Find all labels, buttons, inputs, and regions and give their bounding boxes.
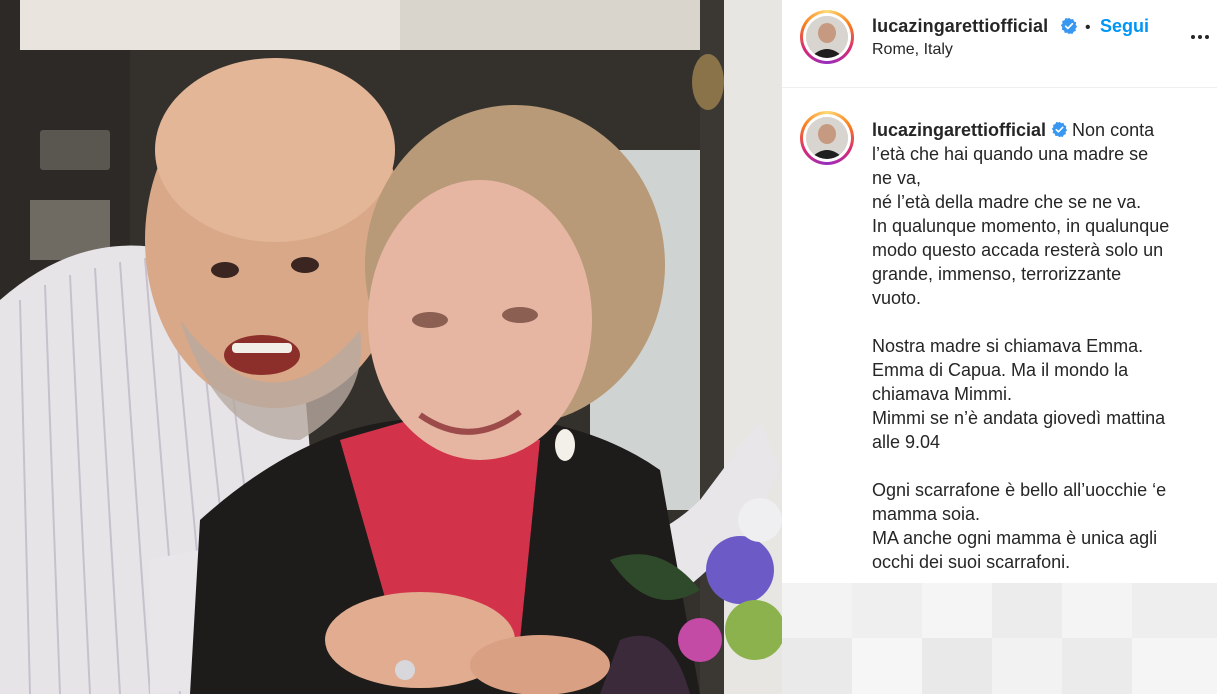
caption-line: grande, immenso, terrorizzante <box>872 264 1122 284</box>
post-photo-illustration <box>0 0 782 694</box>
post-photo[interactable] <box>0 0 782 694</box>
caption-line: Nostra madre si chiamava Emma. <box>872 336 1144 356</box>
post-location[interactable]: Rome, Italy <box>872 41 953 59</box>
caption-avatar[interactable] <box>800 111 854 165</box>
caption-line: alle 9.04 <box>872 432 941 452</box>
caption-line: Ogni scarrafone è bello all’uocchie ‘e <box>872 480 1167 500</box>
blurred-comments-area <box>782 583 1217 694</box>
caption-body: l’età che hai quando una madre se ne va, n… <box>872 142 1202 574</box>
verified-badge-icon <box>1060 17 1078 35</box>
caption-avatar-photo <box>806 117 848 159</box>
caption-text: lucazingarettiofficial Non conta l’età ch… <box>872 118 1202 574</box>
post-username[interactable]: lucazingarettiofficial <box>872 16 1048 37</box>
separator-dot: • <box>1085 19 1091 36</box>
caption-paragraph-gap <box>872 454 1202 478</box>
post-sidebar: lucazingarettiofficial • Segui Rome, Ita… <box>782 0 1217 694</box>
caption-line: Mimmi se n’è andata giovedì mattina <box>872 408 1166 428</box>
caption-first-line: lucazingarettiofficial Non conta <box>872 118 1202 142</box>
caption-line: mamma soia. <box>872 504 981 524</box>
caption-line: In qualunque momento, in qualunque <box>872 216 1170 236</box>
caption-paragraph-gap <box>872 310 1202 334</box>
caption-line: occhi dei suoi scarrafoni. <box>872 552 1071 572</box>
caption-line: modo questo accada resterà solo un <box>872 240 1164 260</box>
verified-badge-icon <box>1051 121 1068 138</box>
caption-line: né l’età della madre che se ne va. <box>872 192 1142 212</box>
caption-line: chiamava Mimmi. <box>872 384 1013 404</box>
caption-line: MA anche ogni mamma è unica agli <box>872 528 1158 548</box>
more-options-icon[interactable] <box>1191 35 1209 39</box>
caption-line: ne va, <box>872 168 922 188</box>
avatar-photo <box>806 16 848 58</box>
post-header: lucazingarettiofficial • Segui Rome, Ita… <box>782 0 1217 88</box>
follow-button[interactable]: Segui <box>1100 16 1149 37</box>
caption-section: lucazingarettiofficial Non conta l’età ch… <box>782 88 1217 582</box>
caption-line: Emma di Capua. Ma il mondo la <box>872 360 1129 380</box>
caption-opening: Non conta <box>1072 120 1155 140</box>
avatar[interactable] <box>800 10 854 64</box>
caption-username[interactable]: lucazingarettiofficial <box>872 120 1046 140</box>
caption-line: l’età che hai quando una madre se <box>872 144 1149 164</box>
caption-line: vuoto. <box>872 288 922 308</box>
